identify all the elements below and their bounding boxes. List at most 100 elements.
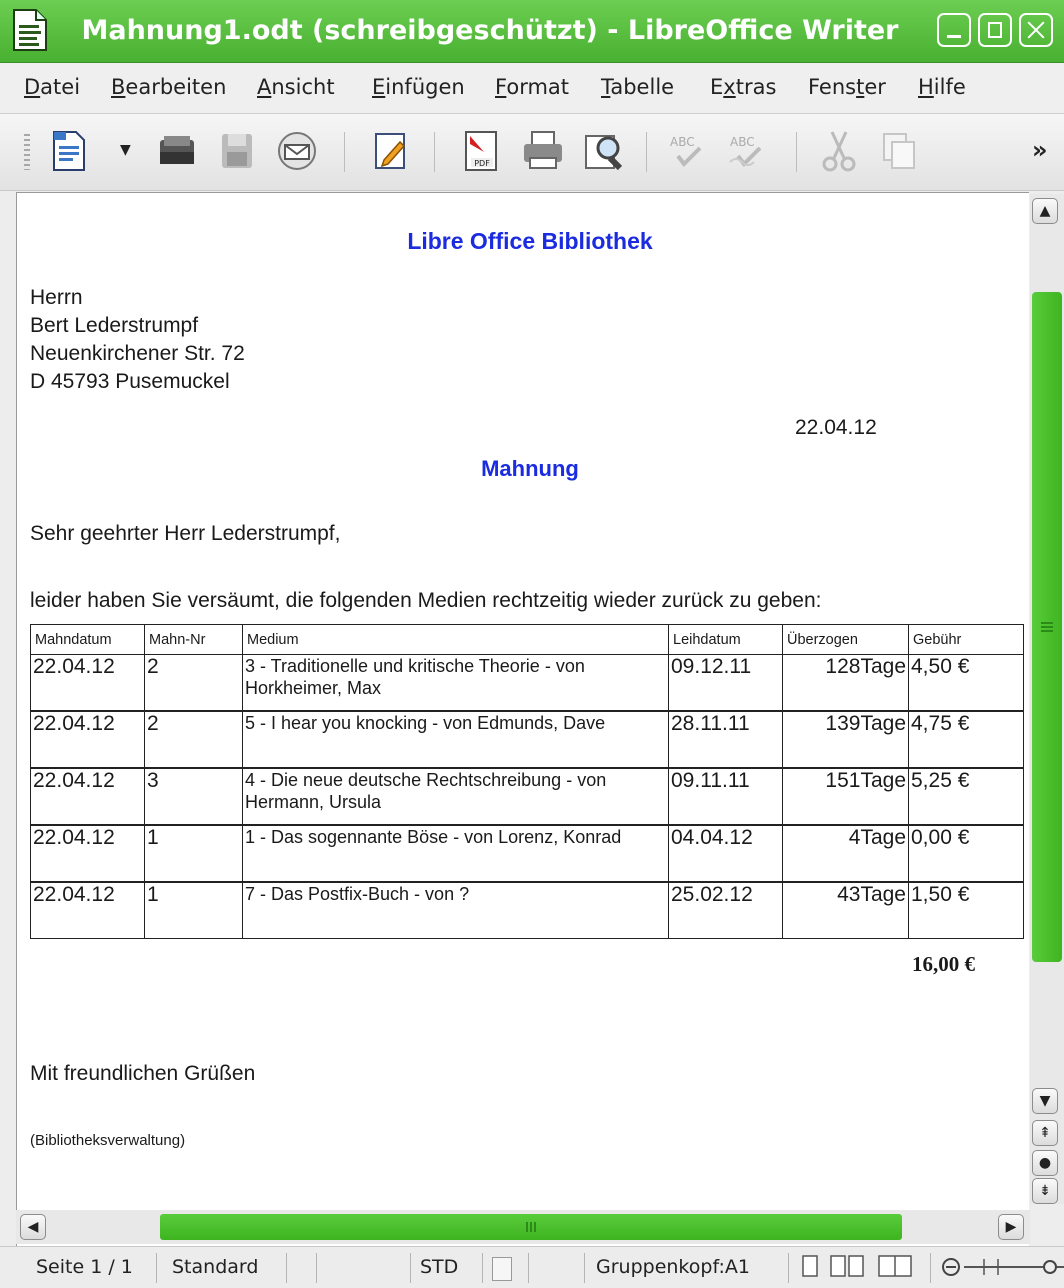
status-separator <box>410 1253 411 1283</box>
toolbar-separator <box>344 132 345 172</box>
print-icon[interactable] <box>518 126 568 176</box>
address-line: Bert Lederstrumpf <box>30 314 199 337</box>
table-cell: 4,75 € <box>908 710 1024 769</box>
status-separator <box>482 1253 483 1283</box>
menu-einfuegen[interactable]: Einfügen <box>372 63 465 113</box>
table-cell: 28.11.11 <box>668 710 783 769</box>
table-cell: 43Tage <box>782 881 909 939</box>
table-row[interactable]: 22.04.12 1 7 - Das Postfix-Buch - von ? … <box>30 881 1024 939</box>
table-cell: 1 <box>144 824 243 883</box>
table-cell: 22.04.12 <box>30 654 145 712</box>
new-dropdown-arrow-icon[interactable]: ▼ <box>120 142 131 158</box>
next-object-icon[interactable]: ⇟ <box>1032 1178 1058 1204</box>
toolbar-grip[interactable] <box>24 134 30 170</box>
scroll-up-icon[interactable]: ▲ <box>1032 198 1058 224</box>
table-cell: 09.12.11 <box>668 654 783 712</box>
page-style[interactable]: Standard <box>172 1247 258 1288</box>
table-cell: 22.04.12 <box>30 710 145 769</box>
navigation-icon[interactable]: ● <box>1032 1150 1058 1176</box>
status-bar: Seite 1 / 1 Standard STD Gruppenkopf:A1 <box>0 1246 1064 1288</box>
table-cell: 1,50 € <box>908 881 1024 939</box>
table-row[interactable]: 22.04.12 1 1 - Das sogennante Böse - von… <box>30 824 1024 883</box>
page-indicator[interactable]: Seite 1 / 1 <box>36 1247 133 1288</box>
closing-line: Mit freundlichen Grüßen <box>30 1062 256 1085</box>
status-separator <box>286 1253 287 1283</box>
menu-bearbeiten[interactable]: Bearbeiten <box>111 63 226 113</box>
single-page-view-icon[interactable] <box>802 1255 818 1279</box>
toolbar-overflow-icon[interactable]: » <box>1032 136 1048 164</box>
scroll-right-icon[interactable]: ▶ <box>998 1214 1024 1240</box>
close-button[interactable] <box>1019 13 1053 47</box>
toolbar-separator <box>796 132 797 172</box>
email-icon[interactable] <box>272 126 322 176</box>
column-header: Mahn-Nr <box>144 624 243 655</box>
table-cell: 09.11.11 <box>668 767 783 826</box>
address-line: D 45793 Pusemuckel <box>30 370 230 393</box>
menu-ansicht[interactable]: Ansicht <box>257 63 335 113</box>
zoom-out-icon[interactable] <box>940 1255 962 1279</box>
minimize-button[interactable] <box>937 13 971 47</box>
table-cell: 3 - Traditionelle und kritische Theorie … <box>242 654 669 712</box>
zoom-slider[interactable] <box>964 1255 1064 1279</box>
column-header: Medium <box>242 624 669 655</box>
document-modified-icon[interactable] <box>492 1257 512 1281</box>
window-title: Mahnung1.odt (schreibgeschützt) - LibreO… <box>81 15 899 46</box>
table-row[interactable]: 22.04.12 2 5 - I hear you knocking - von… <box>30 710 1024 769</box>
table-cell: 3 <box>144 767 243 826</box>
table-cell: 1 <box>144 881 243 939</box>
salutation: Sehr geehrter Herr Lederstrumpf, <box>30 522 341 545</box>
multi-page-view-icon[interactable] <box>830 1255 864 1279</box>
edit-mode-icon[interactable] <box>366 126 416 176</box>
status-separator <box>528 1253 529 1283</box>
new-document-icon[interactable] <box>44 126 94 176</box>
menu-extras[interactable]: Extras <box>710 63 776 113</box>
document-page[interactable]: Libre Office Bibliothek Herrn Bert Leder… <box>30 196 1030 1149</box>
status-separator <box>156 1253 157 1283</box>
scroll-grip-icon <box>1041 622 1053 632</box>
column-header: Überzogen <box>782 624 909 655</box>
scroll-left-icon[interactable]: ◀ <box>20 1214 46 1240</box>
horizontal-scroll-thumb[interactable] <box>160 1214 902 1240</box>
spellcheck-icon[interactable]: ABC <box>664 126 714 176</box>
svg-text:PDF: PDF <box>474 159 490 168</box>
cell-reference: Gruppenkopf:A1 <box>596 1256 750 1278</box>
menu-tabelle[interactable]: Tabelle <box>601 63 674 113</box>
menu-fenster[interactable]: Fenster <box>808 63 886 113</box>
organization-title: Libre Office Bibliothek <box>407 228 653 254</box>
table-cell: 04.04.12 <box>668 824 783 883</box>
previous-object-icon[interactable]: ⇞ <box>1032 1120 1058 1146</box>
menu-hilfe[interactable]: Hilfe <box>918 63 966 113</box>
open-icon[interactable] <box>152 126 202 176</box>
column-header: Gebühr <box>908 624 1024 655</box>
table-cell: 2 <box>144 654 243 712</box>
table-row[interactable]: 22.04.12 3 4 - Die neue deutsche Rechtsc… <box>30 767 1024 826</box>
copy-icon[interactable] <box>874 126 924 176</box>
selection-mode[interactable]: STD <box>420 1247 458 1288</box>
writer-document-icon <box>8 8 50 52</box>
export-pdf-icon[interactable]: PDF <box>456 126 506 176</box>
table-cell: 22.04.12 <box>30 824 145 883</box>
table-cell: 5,25 € <box>908 767 1024 826</box>
table-cell: 4Tage <box>782 824 909 883</box>
save-icon[interactable] <box>212 126 262 176</box>
total-fee: 16,00 € <box>912 952 975 976</box>
table-cell: 128Tage <box>782 654 909 712</box>
status-separator <box>930 1253 931 1283</box>
maximize-button[interactable] <box>978 13 1012 47</box>
autospellcheck-icon[interactable]: ABC <box>724 126 774 176</box>
table-cell: 1 - Das sogennante Böse - von Lorenz, Ko… <box>242 824 669 883</box>
cut-icon[interactable] <box>814 126 864 176</box>
title-bar: Mahnung1.odt (schreibgeschützt) - LibreO… <box>0 0 1064 63</box>
page-preview-icon[interactable] <box>578 126 628 176</box>
book-view-icon[interactable] <box>878 1255 912 1279</box>
vertical-scrollbar[interactable]: ▲ ▼ ⇞ ● ⇟ <box>1030 194 1064 1204</box>
menu-datei[interactable]: Datei <box>24 63 80 113</box>
horizontal-scrollbar[interactable]: ◀ ▶ <box>16 1210 1030 1244</box>
table-cell: 2 <box>144 710 243 769</box>
menu-format[interactable]: Format <box>495 63 569 113</box>
status-separator <box>316 1253 317 1283</box>
scroll-down-icon[interactable]: ▼ <box>1032 1088 1058 1114</box>
toolbar-separator <box>646 132 647 172</box>
table-row[interactable]: 22.04.12 2 3 - Traditionelle und kritisc… <box>30 654 1024 712</box>
vertical-scroll-thumb[interactable] <box>1032 292 1062 962</box>
